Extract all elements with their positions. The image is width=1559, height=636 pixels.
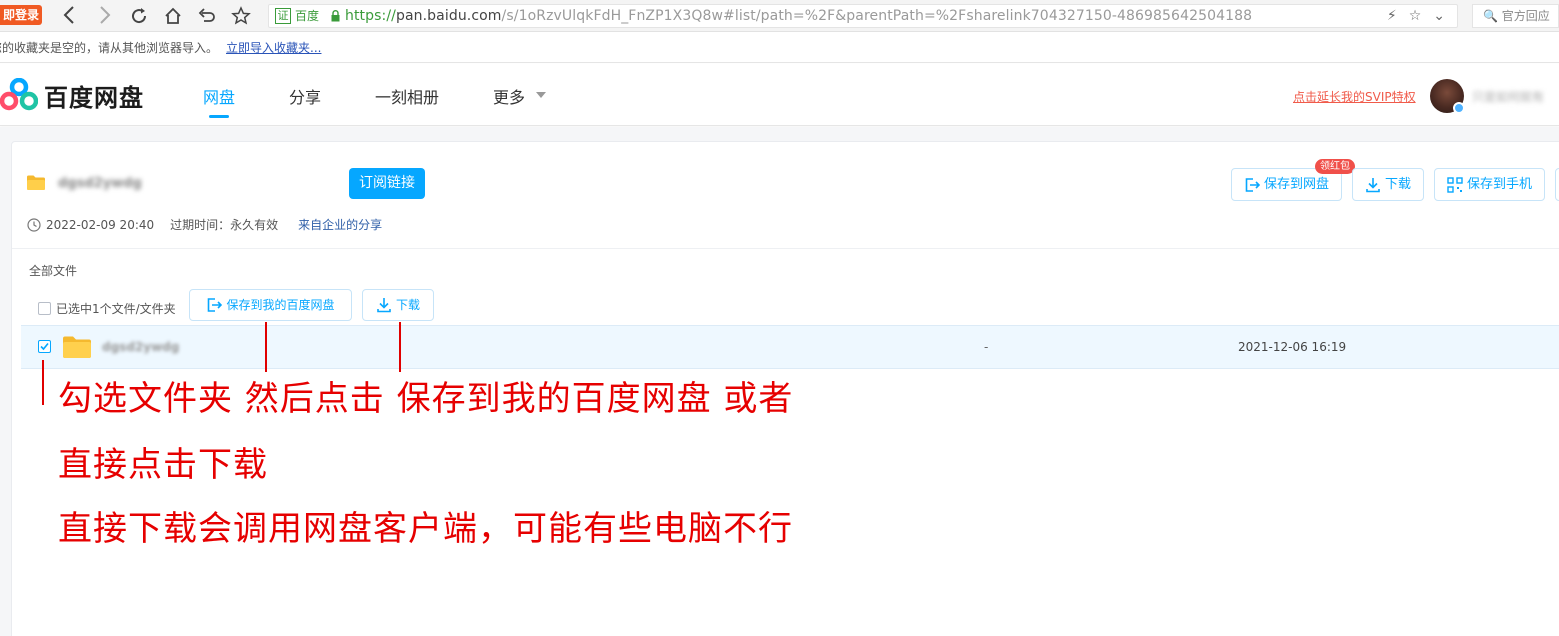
download-icon (377, 298, 391, 313)
url-scheme: https:// (345, 8, 396, 24)
download-icon (1366, 177, 1380, 192)
avatar-status-icon (1453, 102, 1465, 114)
logo[interactable]: 百度网盘 (0, 78, 144, 112)
save-to-my-pan-button[interactable]: 保存到我的百度网盘 (189, 289, 352, 321)
chevron-down-icon[interactable]: ⌄ (1433, 8, 1445, 24)
save-to-my-pan-label: 保存到我的百度网盘 (226, 298, 335, 312)
nav-wangpan[interactable]: 网盘 (203, 84, 235, 108)
logo-text: 百度网盘 (44, 83, 144, 112)
save-to-phone-button[interactable]: 保存到手机 (1434, 168, 1545, 201)
address-actions: ⚡ ☆ ⌄ (1375, 8, 1445, 24)
nav-active-indicator (209, 115, 229, 118)
search-placeholder: 官方回应 (1501, 9, 1550, 23)
qrcode-icon (1447, 176, 1463, 193)
baidu-pan-logo-icon (0, 78, 38, 111)
subscribe-link-button[interactable]: 订阅链接 (349, 168, 425, 199)
annotation-line-3: 直接下载会调用网盘客户端，可能有些电脑不行 (58, 509, 793, 549)
row-checkbox[interactable] (38, 340, 51, 353)
row-file-size: - (984, 340, 989, 354)
bookmark-empty-text: 您的收藏夹是空的，请从其他浏览器导入。 (0, 41, 219, 55)
clock-icon (27, 217, 41, 232)
forward-icon[interactable] (94, 4, 116, 26)
site-header: 百度网盘 网盘 分享 一刻相册 更多 点击延长我的SVIP特权 只是如何就有 (0, 64, 1559, 126)
share-meta: 2022-02-09 20:40 过期时间：永久有效 来自企业的分享 (27, 216, 382, 233)
certificate-icon[interactable]: 证 (275, 8, 291, 24)
login-badge[interactable]: 即登录 (0, 5, 43, 25)
folder-icon (63, 336, 91, 358)
more-caret-icon[interactable] (536, 92, 546, 98)
annotation-line-1: 勾选文件夹 然后点击 保存到我的百度网盘 或者 (58, 379, 794, 419)
certificate-site: 百度 (295, 9, 320, 23)
list-download-button[interactable]: 下载 (362, 289, 434, 321)
favorite-star-icon[interactable]: ☆ (1409, 8, 1422, 24)
annotation-pointer-download (399, 322, 401, 372)
annotation-pointer-checkbox (42, 360, 44, 405)
more-actions-button[interactable] (1555, 168, 1559, 201)
url-host: pan.baidu.com (395, 8, 502, 24)
search-icon: 🔍 (1483, 9, 1498, 23)
save-to-phone-label: 保存到手机 (1466, 177, 1532, 192)
divider (12, 248, 1559, 249)
address-bar[interactable]: 证 百度 https://pan.baidu.com/s/1oRzvUlqkFd… (268, 4, 1458, 28)
download-button[interactable]: 下载 (1352, 168, 1424, 201)
share-created-time: 2022-02-09 20:40 (46, 217, 155, 232)
nav-yike-album[interactable]: 一刻相册 (375, 84, 439, 108)
enterprise-share-link[interactable]: 来自企业的分享 (298, 216, 382, 233)
nav-more[interactable]: 更多 (493, 84, 525, 108)
bookmark-bar: 您的收藏夹是空的，请从其他浏览器导入。 立即导入收藏夹... (0, 33, 1559, 63)
breadcrumb-all-files[interactable]: 全部文件 (29, 262, 77, 279)
share-expire-time: 过期时间：永久有效 (170, 218, 279, 232)
bookmark-star-icon[interactable] (230, 4, 252, 26)
row-file-name[interactable]: dgsd2ywdg (102, 340, 179, 354)
url-path: /s/1oRzvUlqkFdH_FnZP1X3Q8w#list/path=%2F… (501, 8, 1253, 24)
screenshot-root: { "browser": { "login_badge": "即登录", "ad… (0, 0, 1559, 636)
url-text[interactable]: https://pan.baidu.com/s/1oRzvUlqkFdH_FnZ… (345, 7, 1252, 25)
user-name[interactable]: 只是如何就有 (1472, 88, 1544, 105)
nav-share[interactable]: 分享 (289, 84, 321, 108)
browser-toolbar: 即登录 证 百度 https://pan.baidu.com/s/1oRzvUl… (0, 0, 1559, 32)
download-label: 下载 (1384, 177, 1411, 192)
home-icon[interactable] (162, 4, 184, 26)
refresh-icon[interactable] (128, 4, 150, 26)
select-all-checkbox[interactable] (38, 302, 51, 315)
share-title: dgsd2ywdg (58, 176, 142, 191)
lightning-icon[interactable]: ⚡ (1387, 8, 1397, 24)
checkmark-icon (40, 342, 49, 351)
browser-search-input[interactable]: 🔍 官方回应 (1472, 4, 1559, 28)
annotation-pointer-save (265, 322, 267, 372)
list-download-label: 下载 (395, 298, 420, 312)
svip-extend-link[interactable]: 点击延长我的SVIP特权 (1293, 88, 1416, 105)
save-icon (208, 298, 223, 312)
annotation-line-2: 直接点击下载 (58, 445, 268, 485)
selection-count-label: 已选中1个文件/文件夹 (56, 302, 176, 316)
back-icon[interactable] (58, 4, 80, 26)
red-packet-badge[interactable]: 领红包 (1315, 159, 1355, 174)
row-file-date: 2021-12-06 16:19 (1238, 340, 1347, 354)
folder-icon (27, 175, 45, 190)
lock-icon (331, 10, 340, 22)
save-icon (1245, 177, 1260, 192)
undo-icon[interactable] (196, 4, 218, 26)
import-bookmarks-link[interactable]: 立即导入收藏夹... (226, 41, 321, 55)
